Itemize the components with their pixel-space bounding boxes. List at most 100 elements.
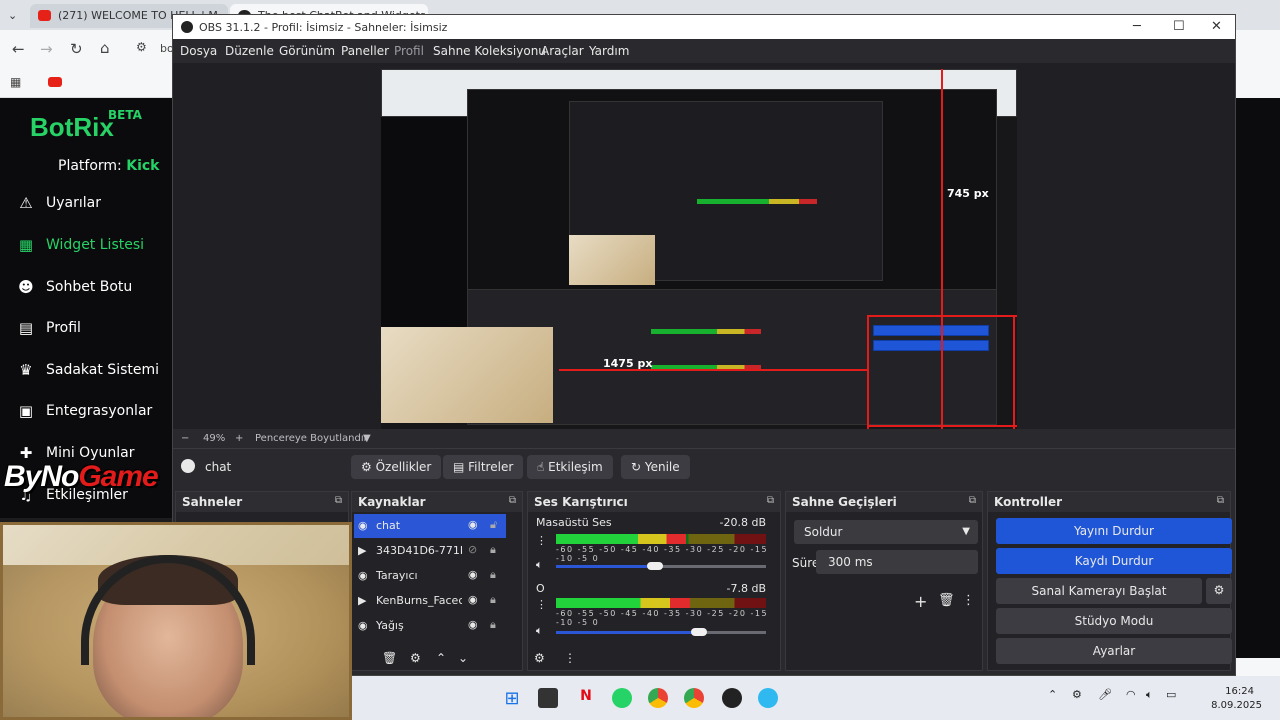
eye-icon[interactable]: ◉ <box>468 618 478 631</box>
lock-icon[interactable]: 🔒︎ <box>490 543 496 557</box>
undock-icon[interactable]: ⧉ <box>335 495 342 506</box>
maximize-icon[interactable]: ☐ <box>1173 19 1185 34</box>
menu-dosya[interactable]: Dosya <box>180 44 217 58</box>
studio-mode-button[interactable]: Stüdyo Modu <box>996 608 1232 634</box>
interact-button[interactable]: ☝ Etkileşim <box>527 455 613 479</box>
forward-arrow-icon[interactable]: → <box>40 40 53 58</box>
transition-select[interactable]: Soldur ▼ <box>794 520 978 544</box>
reload-icon[interactable]: ↻ <box>70 40 83 58</box>
unlock-icon[interactable]: 🔓︎ <box>490 518 497 532</box>
chrome-icon[interactable] <box>648 688 668 708</box>
undock-icon[interactable]: ⧉ <box>509 495 516 506</box>
advanced-audio-icon[interactable]: ⚙ <box>534 651 545 665</box>
sidebar-item-sohbet-botu[interactable]: ☻ Sohbet Botu <box>16 276 132 298</box>
youtube-bookmark-icon[interactable] <box>48 77 62 87</box>
sidebar-item-widget-listesi[interactable]: ▦ Widget Listesi <box>16 234 144 256</box>
kebab-menu-icon[interactable]: ⋮ <box>962 593 975 608</box>
chevron-down-icon[interactable]: ▼ <box>363 433 371 444</box>
program-preview[interactable]: 745 px 1475 px <box>381 69 1017 429</box>
source-row[interactable]: ◉ chat ◉ 🔓︎ <box>354 514 506 538</box>
volume-handle[interactable] <box>690 628 707 636</box>
menu-gorunum[interactable]: Görünüm <box>279 44 335 58</box>
network-app-icon[interactable]: ⚙ <box>1072 688 1082 701</box>
move-up-icon[interactable]: ⌃ <box>436 651 446 665</box>
battery-icon[interactable]: ▭ <box>1166 688 1176 701</box>
site-settings-icon[interactable]: ⚙ <box>136 40 147 54</box>
zoom-mode-select[interactable]: Pencereye Boyutlandır <box>255 433 368 444</box>
back-arrow-icon[interactable]: ← <box>12 40 25 58</box>
tab-list-button[interactable]: ⌄ <box>4 4 26 28</box>
sidebar-item-sadakat-sistemi[interactable]: ♛ Sadakat Sistemi <box>16 359 159 381</box>
stop-stream-button[interactable]: Yayını Durdur <box>996 518 1232 544</box>
trash-icon[interactable]: 🗑︎ <box>382 651 397 665</box>
menu-yardim[interactable]: Yardım <box>589 44 629 58</box>
source-row[interactable]: ◉ Yağış ◉ 🔒︎ <box>354 614 506 638</box>
menu-sahne-koleksiyonu[interactable]: Sahne Koleksiyonu <box>433 44 546 58</box>
source-row[interactable]: ▶ 343D41D6-771E-... ⊘ 🔒︎ <box>354 539 506 563</box>
zoom-value: 49% <box>203 433 226 444</box>
refresh-button[interactable]: ↻ Yenile <box>621 455 690 479</box>
duration-input[interactable]: 300 ms <box>816 550 978 574</box>
eye-hidden-icon[interactable]: ⊘ <box>468 543 477 556</box>
globe-icon <box>181 459 195 473</box>
netflix-icon[interactable]: N <box>576 688 596 708</box>
sidebar-item-profil[interactable]: ▤ Profil <box>16 317 81 339</box>
kebab-menu-icon[interactable]: ⋮ <box>536 534 547 547</box>
trash-icon[interactable]: 🗑︎ <box>938 593 955 608</box>
undock-icon[interactable]: ⧉ <box>1217 495 1224 506</box>
menu-paneller[interactable]: Paneller <box>341 44 389 58</box>
volume-slider[interactable] <box>556 628 766 636</box>
source-row[interactable]: ◉ Tarayıcı ◉ 🔒︎ <box>354 564 506 588</box>
windows-start-icon[interactable]: ⊞ <box>502 688 522 709</box>
settings-button[interactable]: Ayarlar <box>996 638 1232 664</box>
close-icon[interactable]: ✕ <box>1211 19 1222 34</box>
file-explorer-icon[interactable] <box>538 688 558 708</box>
home-icon[interactable]: ⌂ <box>100 39 110 57</box>
sidebar-item-uyarilar[interactable]: ⚠ Uyarılar <box>16 192 101 214</box>
minimize-icon[interactable]: ─ <box>1133 19 1141 34</box>
undock-icon[interactable]: ⧉ <box>969 495 976 506</box>
virtual-camera-gear-icon[interactable]: ⚙ <box>1206 578 1232 604</box>
apps-grid-icon[interactable]: ▦ <box>10 75 21 89</box>
volume-slider[interactable] <box>556 562 766 570</box>
menu-araclar[interactable]: Araçlar <box>541 44 584 58</box>
zoom-out-button[interactable]: − <box>181 433 189 444</box>
menu-profil[interactable]: Profil <box>394 44 424 58</box>
speaker-icon[interactable]: 🔈︎ <box>536 624 543 638</box>
undock-icon[interactable]: ⧉ <box>767 495 774 506</box>
chrome-profile-icon[interactable] <box>684 688 704 708</box>
whatsapp-icon[interactable] <box>612 688 632 708</box>
chevron-up-icon[interactable]: ⌃ <box>1048 688 1057 701</box>
properties-button[interactable]: ⚙ Özellikler <box>351 455 442 479</box>
lock-icon[interactable]: 🔒︎ <box>490 593 496 607</box>
canva-icon[interactable] <box>758 688 778 708</box>
filters-button[interactable]: ▤ Filtreler <box>443 455 524 479</box>
obs-taskbar-icon[interactable] <box>722 688 742 708</box>
lock-icon[interactable]: 🔒︎ <box>490 568 496 582</box>
source-row[interactable]: ▶ KenBurns_Facecam ◉ 🔒︎ <box>354 589 506 613</box>
eye-icon[interactable]: ◉ <box>468 568 478 581</box>
volume-icon[interactable]: 🔈︎ <box>1146 688 1153 702</box>
speaker-icon[interactable]: 🔈︎ <box>536 558 543 572</box>
lock-icon[interactable]: 🔒︎ <box>490 618 496 632</box>
eye-icon[interactable]: ◉ <box>468 593 478 606</box>
sidebar-item-entegrasyonlar[interactable]: ▣ Entegrasyonlar <box>16 400 152 422</box>
clock-time[interactable]: 16:24 <box>1225 686 1254 697</box>
start-virtual-camera-button[interactable]: Sanal Kamerayı Başlat <box>996 578 1202 604</box>
botrix-logo[interactable]: BotRix <box>30 112 114 143</box>
move-down-icon[interactable]: ⌄ <box>458 651 468 665</box>
menu-duzenle[interactable]: Düzenle <box>225 44 274 58</box>
kebab-menu-icon[interactable]: ⋮ <box>536 598 547 611</box>
wifi-icon[interactable]: ◠ <box>1126 688 1136 701</box>
kebab-menu-icon[interactable]: ⋮ <box>564 651 576 665</box>
gear-icon[interactable]: ⚙ <box>410 651 421 665</box>
microphone-icon[interactable]: 🎤︎ <box>1098 688 1112 701</box>
clock-date[interactable]: 8.09.2025 <box>1211 700 1262 711</box>
eye-icon[interactable]: ◉ <box>468 518 478 531</box>
interact-label: Etkileşim <box>548 460 603 474</box>
properties-label: Özellikler <box>375 460 432 474</box>
add-transition-icon[interactable]: + <box>914 592 927 611</box>
zoom-in-button[interactable]: + <box>235 433 243 444</box>
volume-handle[interactable] <box>646 562 663 570</box>
stop-record-button[interactable]: Kaydı Durdur <box>996 548 1232 574</box>
